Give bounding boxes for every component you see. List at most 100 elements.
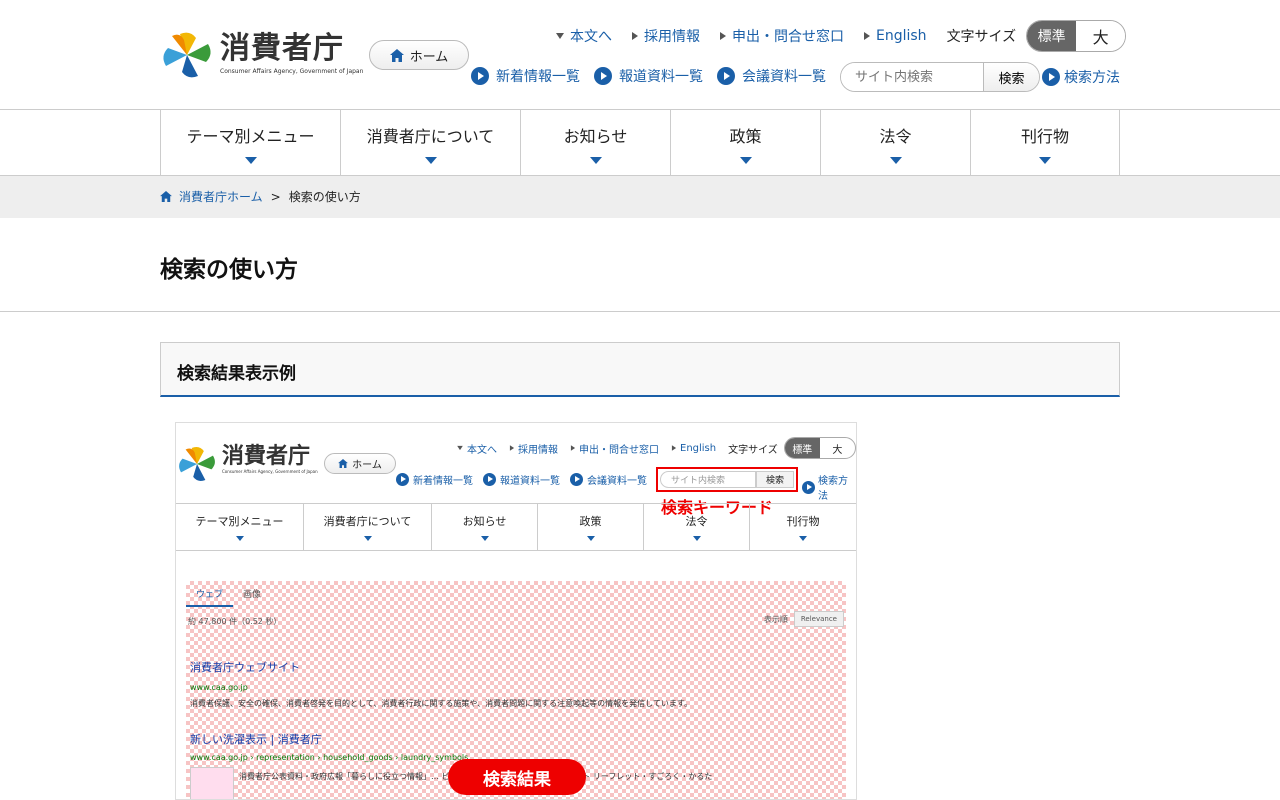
search-button[interactable]: 検索 [983,63,1039,91]
triangle-right-icon [570,445,576,451]
contact-link[interactable]: 申出・問合せ窓口 [720,25,844,47]
arrow-circle-icon [396,473,409,486]
example-link: 申出・問合せ窓口 [570,441,659,456]
page-title: 検索の使い方 [160,257,298,283]
nav-item-theme-menu[interactable]: テーマ別メニュー [161,110,341,176]
example-quick-links: 新着情報一覧 報道資料一覧 会議資料一覧 [396,472,657,487]
section-title: 検索結果表示例 [177,364,296,384]
example-link: 報道資料一覧 [483,472,560,487]
example-utility-links: 本文へ 採用情報 申出・問合せ窓口 English 文字サイズ 標準 大 [456,437,856,459]
caret-down-icon [739,156,752,164]
arrow-circle-icon [802,480,815,494]
font-size-standard-button[interactable]: 標準 [1027,21,1077,51]
site-search: 検索 [840,62,1040,92]
logo-subtext: Consumer Affairs Agency, Government of J… [220,68,364,75]
logo-text: 消費者庁 [220,31,344,66]
example-result-url: www.caa.go.jp [190,683,248,692]
example-result-desc: 消費者保護、安全の確保、消費者啓発を目的として、消費者行政に関する施策や、消費者… [190,699,693,708]
caret-down-icon [244,156,257,164]
caret-down-icon [692,536,701,541]
example-link: English [671,443,716,454]
triangle-right-icon [632,32,638,40]
breadcrumb-home-link[interactable]: 消費者庁ホーム [179,188,263,205]
search-result-example-image: 消費者庁 Consumer Affairs Agency, Government… [175,422,857,800]
caret-down-icon [586,536,595,541]
nav-item-news[interactable]: お知らせ [521,110,671,176]
example-result-url: www.caa.go.jp › representation › househo… [190,753,469,762]
example-link: 会議資料一覧 [570,472,647,487]
global-nav: テーマ別メニュー 消費者庁について お知らせ 政策 法令 刊行物 [160,110,1120,176]
home-icon [160,191,172,202]
recruit-link[interactable]: 採用情報 [632,25,700,47]
caret-down-icon [799,536,807,541]
utility-links: 本文へ 採用情報 申出・問合せ窓口 English 文字サイズ 標準 大 [556,20,1127,52]
caret-down-icon [589,156,602,164]
home-button-label: ホーム [409,49,449,65]
nav-item-publications[interactable]: 刊行物 [971,110,1120,176]
example-logo-subtext: Consumer Affairs Agency, Government of J… [222,469,318,474]
example-sort: 表示順 Relevance [764,611,844,627]
english-link[interactable]: English [864,25,927,47]
triangle-right-icon [720,32,726,40]
caret-down-icon [424,156,437,164]
font-size-large-button[interactable]: 大 [1076,21,1126,51]
title-divider [0,311,1280,312]
example-nav-item: 政策 [538,504,644,550]
home-button[interactable]: ホーム [369,40,469,70]
arrow-circle-icon [471,67,489,85]
press-list-link[interactable]: 報道資料一覧 [594,66,703,86]
example-result-tabs: ウェブ 画像 [186,587,271,607]
caret-down-icon [1039,156,1051,164]
nav-item-about[interactable]: 消費者庁について [341,110,521,176]
breadcrumb-current: 検索の使い方 [288,190,361,204]
breadcrumb: 消費者庁ホーム > 検索の使い方 [0,176,1280,218]
section-heading: 検索結果表示例 [160,342,1120,397]
triangle-down-icon [457,445,463,451]
search-input[interactable] [841,63,983,91]
home-icon [389,48,404,62]
logo-mark-icon [179,447,215,481]
font-size-label: 文字サイズ [946,29,1017,45]
example-search-highlight: サイト内検索 検索 [656,467,798,492]
example-result-item: 新しい洗濯表示 | 消費者庁 www.caa.go.jp › represent… [190,731,468,762]
breadcrumb-separator: > [270,189,281,204]
example-nav: テーマ別メニュー 消費者庁について お知らせ 政策 法令 刊行物 [176,503,856,551]
example-tab-images: 画像 [243,590,262,600]
news-list-link[interactable]: 新着情報一覧 [471,66,580,86]
triangle-right-icon [864,32,870,40]
triangle-right-icon [509,445,515,451]
example-nav-item: テーマ別メニュー [176,504,304,550]
arrow-circle-icon [594,67,612,85]
caret-down-icon [235,536,244,541]
example-nav-item: 刊行物 [750,504,856,550]
example-logo: 消費者庁 Consumer Affairs Agency, Government… [176,445,318,483]
home-icon [338,459,348,468]
caret-down-icon [889,156,902,164]
search-result-annotation: 検索結果 [448,759,586,795]
logo-mark-icon [163,32,211,78]
example-search-button: 検索 [756,471,794,488]
site-header: 消費者庁 Consumer Affairs Agency, Government… [0,0,1280,110]
example-nav-item: お知らせ [432,504,538,550]
example-nav-item: 法令 [644,504,750,550]
triangle-right-icon [671,445,677,451]
nav-item-laws[interactable]: 法令 [821,110,971,176]
search-help-link[interactable]: 検索方法 [1042,67,1120,87]
example-home-button: ホーム [324,453,396,474]
example-font-size-label: 文字サイズ [728,444,778,456]
caret-down-icon [363,536,372,541]
site-logo[interactable]: 消費者庁 Consumer Affairs Agency, Government… [160,30,363,80]
triangle-down-icon [556,33,564,39]
example-result-thumbnail [190,767,234,799]
font-size-toggle: 標準 大 [1026,20,1127,52]
example-result-title: 消費者庁ウェブサイト [190,661,300,674]
example-search-input: サイト内検索 [660,471,756,488]
skip-to-content-link[interactable]: 本文へ [556,25,612,47]
arrow-circle-icon [717,67,735,85]
nav-item-policy[interactable]: 政策 [671,110,821,176]
meeting-list-link[interactable]: 会議資料一覧 [717,66,826,86]
example-tab-web: ウェブ [186,587,234,607]
example-font-size-toggle: 標準 大 [783,437,856,459]
example-logo-text: 消費者庁 [222,444,311,469]
example-link: 新着情報一覧 [396,472,473,487]
